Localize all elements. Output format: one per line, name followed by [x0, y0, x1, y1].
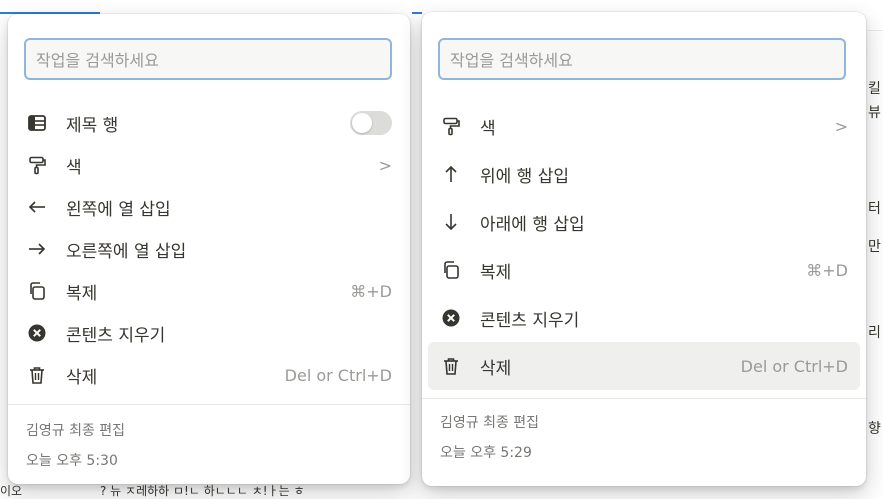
- shortcut-hint: ⌘+D: [350, 281, 392, 301]
- trash-icon: [26, 364, 48, 386]
- menu-item-insert-left[interactable]: 왼쪽에 열 삽입: [14, 186, 404, 228]
- chevron-right-icon: >: [378, 155, 392, 175]
- menu-item-label: 복제: [66, 283, 98, 304]
- bg-text-fragment: 만: [868, 239, 881, 255]
- edit-info: 김영규 최종 편집 오늘 오후 5:30: [26, 416, 125, 476]
- menu-item-label: 삭제: [480, 358, 512, 379]
- menu-item-label: 복제: [480, 262, 512, 283]
- menu-item-label: 색: [66, 157, 82, 178]
- menu-items: 색 > 위에 행 삽입 아래에 행 삽입 복제 ⌘+D 콘텐츠 지우기 삭제 D…: [428, 102, 860, 390]
- menu-items: 제목 행 색 > 왼쪽에 열 삽입 오른쪽에 열 삽입 복제 ⌘+D 콘텐츠 지…: [14, 102, 404, 396]
- menu-item-duplicate[interactable]: 복제 ⌘+D: [14, 270, 404, 312]
- edit-info: 김영규 최종 편집 오늘 오후 5:29: [440, 408, 539, 468]
- menu-item-color[interactable]: 색 >: [428, 102, 860, 150]
- arrow-down-icon: [440, 211, 462, 233]
- menu-item-insert-below[interactable]: 아래에 행 삽입: [428, 198, 860, 246]
- bg-text-fragment: 리: [868, 325, 881, 341]
- clear-contents-icon: [26, 322, 48, 344]
- menu-item-color[interactable]: 색 >: [14, 144, 404, 186]
- menu-item-label: 삭제: [66, 367, 98, 388]
- last-edited-by: 김영규 최종 편집: [440, 415, 540, 431]
- clear-contents-icon: [440, 307, 462, 329]
- search-input[interactable]: 작업을 검색하세요: [24, 38, 392, 80]
- arrow-left-icon: [26, 196, 48, 218]
- menu-item-label: 제목 행: [66, 115, 119, 136]
- bg-table-border: [412, 12, 422, 14]
- menu-item-label: 위에 행 삽입: [480, 166, 570, 187]
- last-edited-by: 김영규 최종 편집: [26, 423, 126, 439]
- bg-text-fragment: 뷰: [868, 105, 881, 121]
- menu-item-label: 왼쪽에 열 삽입: [66, 199, 171, 220]
- paint-roller-icon: [26, 154, 48, 176]
- bg-table-border: [868, 30, 883, 31]
- search-input[interactable]: 작업을 검색하세요: [438, 38, 846, 80]
- duplicate-icon: [440, 259, 462, 281]
- menu-item-label: 아래에 행 삽입: [480, 214, 585, 235]
- toggle-knob: [352, 113, 372, 133]
- menu-divider: [422, 398, 866, 399]
- shortcut-hint: Del or Ctrl+D: [740, 356, 848, 376]
- menu-item-label: 색: [480, 118, 496, 139]
- last-edited-time: 오늘 오후 5:30: [26, 453, 118, 469]
- menu-item-label: 콘텐츠 지우기: [66, 325, 166, 346]
- bg-text-fragment: 킬: [868, 81, 881, 97]
- menu-item-label: 오른쪽에 열 삽입: [66, 241, 187, 262]
- arrow-up-icon: [440, 163, 462, 185]
- menu-item-delete[interactable]: 삭제 Del or Ctrl+D: [14, 354, 404, 396]
- menu-item-insert-above[interactable]: 위에 행 삽입: [428, 150, 860, 198]
- menu-item-duplicate[interactable]: 복제 ⌘+D: [428, 246, 860, 294]
- bg-text-fragment: 터: [868, 201, 881, 217]
- column-context-menu: 작업을 검색하세요 제목 행 색 > 왼쪽에 열 삽입 오른쪽에 열 삽입 복제…: [8, 14, 410, 484]
- bg-text-fragment: 향: [868, 421, 881, 437]
- header-row-toggle[interactable]: [350, 111, 392, 135]
- menu-item-header-row[interactable]: 제목 행: [14, 102, 404, 144]
- table-header-icon: [26, 112, 48, 134]
- row-context-menu: 작업을 검색하세요 색 > 위에 행 삽입 아래에 행 삽입 복제 ⌘+D 콘텐…: [422, 12, 866, 486]
- bg-text-fragment: 이오: [0, 484, 23, 498]
- menu-item-label: 콘텐츠 지우기: [480, 310, 580, 331]
- menu-divider: [8, 404, 410, 405]
- arrow-right-icon: [26, 238, 48, 260]
- shortcut-hint: Del or Ctrl+D: [284, 365, 392, 385]
- menu-item-clear-contents[interactable]: 콘텐츠 지우기: [14, 312, 404, 354]
- menu-item-insert-right[interactable]: 오른쪽에 열 삽입: [14, 228, 404, 270]
- duplicate-icon: [26, 280, 48, 302]
- trash-icon: [440, 355, 462, 377]
- menu-item-delete[interactable]: 삭제 Del or Ctrl+D: [428, 342, 860, 390]
- bg-text-fragment: ? 뉴 ㅈ레하하 ㅁ!ㄴ 하ㄴㄴㄴ ㅊ!ㅏ는 ㅎ: [100, 484, 305, 498]
- menu-item-clear-contents[interactable]: 콘텐츠 지우기: [428, 294, 860, 342]
- paint-roller-icon: [440, 115, 462, 137]
- shortcut-hint: ⌘+D: [806, 260, 848, 280]
- last-edited-time: 오늘 오후 5:29: [440, 445, 532, 461]
- chevron-right-icon: >: [834, 116, 848, 136]
